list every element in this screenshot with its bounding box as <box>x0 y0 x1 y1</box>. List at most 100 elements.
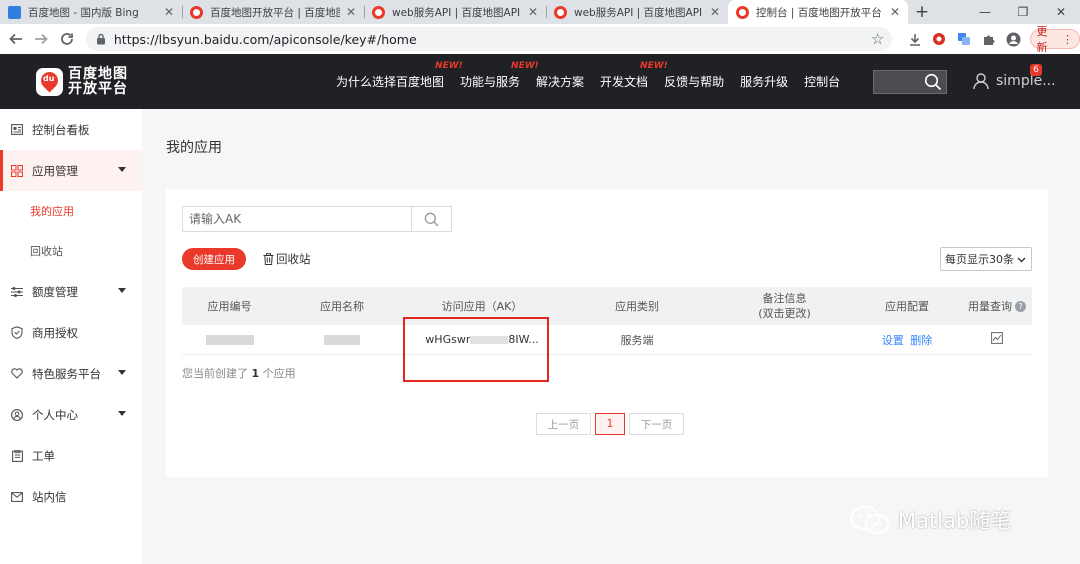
browser-tab[interactable]: web服务API | 百度地图API SD ✕ <box>546 0 728 24</box>
app-count-text: 您当前创建了 1 个应用 <box>182 367 296 380</box>
tab-close-icon[interactable]: ✕ <box>528 5 538 19</box>
tab-close-icon[interactable]: ✕ <box>164 5 174 19</box>
main-nav: 为什么选择百度地图 NEW! 功能与服务 NEW! 解决方案 NEW! 开发文档 反馈… <box>336 54 856 109</box>
baidu-map-icon <box>554 5 567 19</box>
ak-search-input[interactable] <box>183 207 411 231</box>
tab-title: 百度地图 - 国内版 Bing <box>28 6 139 19</box>
more-vertical-icon: ⋮ <box>1062 32 1073 46</box>
puzzle-icon[interactable] <box>976 26 1001 52</box>
delete-link[interactable]: 删除 <box>910 334 932 347</box>
nav-solutions[interactable]: NEW! 解决方案 <box>511 61 584 90</box>
site-header: 百度地图 开放平台 为什么选择百度地图 NEW!功能与服务 NEW!解决方案 N… <box>0 54 1080 109</box>
caret-down-icon <box>118 370 126 375</box>
user-name: simple... <box>996 73 1056 89</box>
tab-close-icon[interactable]: ✕ <box>890 5 900 19</box>
bookmark-star-icon[interactable]: ☆ <box>871 30 884 48</box>
shield-icon <box>10 326 24 340</box>
sidebar: 控制台看板 应用管理 我的应用 回收站 额度管理 商用授权 特色服务平台 个人中… <box>0 109 142 564</box>
sidebar-item-dashboard[interactable]: 控制台看板 <box>0 109 142 150</box>
create-app-button[interactable]: 创建应用 <box>182 248 246 270</box>
sidebar-item-label: 个人中心 <box>32 407 78 422</box>
redacted-app-name <box>324 335 360 345</box>
tab-title: 控制台 | 百度地图开放平台 <box>756 6 882 19</box>
url-text[interactable]: https://lbsyun.baidu.com/apiconsole/key#… <box>114 32 871 47</box>
nav-why-baidu[interactable]: 为什么选择百度地图 <box>336 73 444 90</box>
back-arrow-icon[interactable] <box>3 26 29 52</box>
site-search-box[interactable] <box>873 70 947 94</box>
sidebar-item-label: 额度管理 <box>32 284 78 299</box>
baidu-map-logo[interactable]: 百度地图 开放平台 <box>36 67 128 97</box>
forward-arrow-icon[interactable] <box>29 26 55 52</box>
update-button[interactable]: 更新 ⋮ <box>1029 25 1080 54</box>
sidebar-item-inbox[interactable]: 站内信 <box>0 476 142 517</box>
watermark-text: Matlab随笔 <box>898 509 1012 533</box>
sliders-icon <box>10 285 24 299</box>
dashboard-icon <box>10 123 24 137</box>
app-id-cell <box>182 333 277 346</box>
user-menu[interactable]: simple... 6 <box>972 64 1056 90</box>
sidebar-item-tickets[interactable]: 工单 <box>0 435 142 476</box>
tab-close-icon[interactable]: ✕ <box>346 5 356 19</box>
sidebar-item-featured-services[interactable]: 特色服务平台 <box>0 353 142 394</box>
sidebar-item-quota[interactable]: 额度管理 <box>0 271 142 312</box>
chart-icon[interactable] <box>991 332 1003 344</box>
lock-icon[interactable] <box>94 32 108 46</box>
trash-icon <box>263 253 274 265</box>
table-row: wHGswr 8IW... 服务端 设置 删除 <box>182 325 1032 355</box>
browser-tab-strip: 百度地图 - 国内版 Bing ✕ 百度地图开放平台 | 百度地图A ✕ web… <box>0 0 1080 24</box>
sidebar-item-label: 工单 <box>32 448 55 463</box>
search-icon[interactable] <box>411 207 451 231</box>
browser-tab[interactable]: web服务API | 百度地图API SD ✕ <box>364 0 546 24</box>
browser-tab[interactable]: 百度地图开放平台 | 百度地图A ✕ <box>182 0 364 24</box>
grid-icon <box>10 164 24 178</box>
recycle-bin-link[interactable]: 回收站 <box>263 251 311 267</box>
sidebar-item-commercial-license[interactable]: 商用授权 <box>0 312 142 353</box>
search-icon[interactable] <box>924 73 942 94</box>
bing-icon <box>8 5 21 19</box>
caret-down-icon <box>118 288 126 293</box>
next-page-button[interactable]: 下一页 <box>629 413 684 435</box>
sidebar-item-app-management[interactable]: 应用管理 <box>0 150 142 191</box>
user-icon <box>973 73 989 90</box>
tab-title: web服务API | 百度地图API SD <box>392 6 522 19</box>
close-window-icon[interactable]: ✕ <box>1042 0 1080 24</box>
page-title: 我的应用 <box>166 140 222 156</box>
nav-docs[interactable]: NEW! 开发文档 <box>600 61 668 90</box>
download-icon[interactable] <box>902 26 927 52</box>
profile-avatar-icon[interactable] <box>1001 26 1026 52</box>
page-size-select[interactable]: 每页显示30条 <box>940 247 1032 271</box>
nav-upgrade[interactable]: 服务升级 <box>740 73 788 90</box>
browser-tab[interactable]: 百度地图 - 国内版 Bing ✕ <box>0 0 182 24</box>
new-tab-button[interactable]: + <box>908 0 936 24</box>
prev-page-button[interactable]: 上一页 <box>536 413 591 435</box>
reload-icon[interactable] <box>54 26 80 52</box>
tab-close-icon[interactable]: ✕ <box>710 5 720 19</box>
sidebar-item-personal-center[interactable]: 个人中心 <box>0 394 142 435</box>
recycle-bin-label: 回收站 <box>276 252 311 266</box>
tab-title: web服务API | 百度地图API SD <box>574 6 704 19</box>
clipboard-icon <box>10 449 24 463</box>
sidebar-subitem-my-apps[interactable]: 我的应用 <box>0 191 142 231</box>
nav-console[interactable]: 控制台 <box>804 73 840 90</box>
new-tag: NEW! <box>511 61 539 71</box>
browser-tab-active[interactable]: 控制台 | 百度地图开放平台 ✕ <box>728 0 908 24</box>
sidebar-item-label: 站内信 <box>32 489 67 504</box>
extension-red-icon[interactable] <box>927 26 952 52</box>
minimize-icon[interactable]: — <box>966 0 1004 24</box>
baidu-pin-logo-icon <box>36 68 63 96</box>
app-category-cell: 服务端 <box>620 333 654 347</box>
translate-icon[interactable] <box>952 26 977 52</box>
sidebar-item-label: 应用管理 <box>32 163 78 178</box>
restore-icon[interactable]: ❐ <box>1004 0 1042 24</box>
column-header: 应用类别 <box>615 299 659 313</box>
nav-feedback[interactable]: 反馈与帮助 <box>664 73 724 90</box>
column-header: 访问应用（AK） <box>441 299 523 313</box>
sidebar-item-label: 特色服务平台 <box>32 366 101 381</box>
address-bar[interactable]: https://lbsyun.baidu.com/apiconsole/key#… <box>85 27 893 51</box>
settings-link[interactable]: 设置 <box>882 334 904 347</box>
page-number-current[interactable]: 1 <box>595 413 625 435</box>
help-icon[interactable]: ? <box>1015 301 1026 312</box>
nav-features[interactable]: NEW! 功能与服务 <box>435 61 520 90</box>
app-name-cell <box>277 333 407 346</box>
sidebar-subitem-recycle-bin[interactable]: 回收站 <box>0 231 142 271</box>
